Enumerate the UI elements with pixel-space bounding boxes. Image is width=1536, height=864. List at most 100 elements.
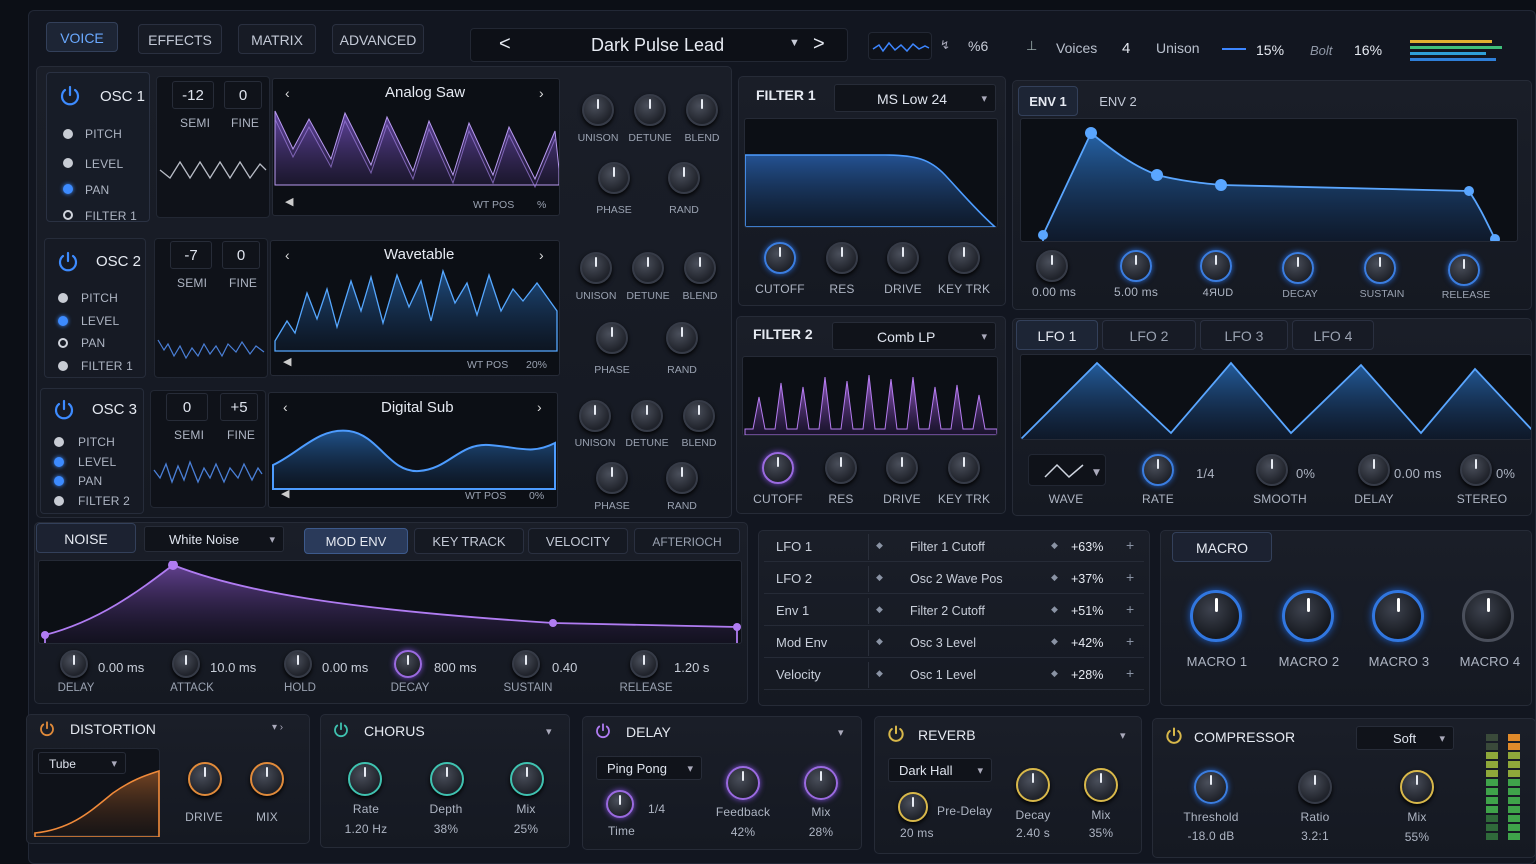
tab-aftertouch[interactable]: AFTERIOCH: [634, 528, 740, 554]
env-delay-knob[interactable]: [1036, 250, 1068, 282]
compressor-ratio-knob[interactable]: [1298, 770, 1332, 804]
blend-knob[interactable]: [686, 94, 718, 126]
modenv-delay-knob[interactable]: [60, 650, 88, 678]
chevron-left-icon[interactable]: ‹: [283, 399, 288, 415]
route-dot[interactable]: [63, 158, 73, 168]
env-attack-knob[interactable]: [1120, 250, 1152, 282]
power-icon[interactable]: [58, 84, 82, 108]
modenv-sustain-knob[interactable]: [512, 650, 540, 678]
reverb-predelay-knob[interactable]: [898, 792, 928, 822]
env-hold-knob[interactable]: [1200, 250, 1232, 282]
osc1-fine[interactable]: 0: [224, 81, 262, 109]
phase-knob[interactable]: [598, 162, 630, 194]
route-dot[interactable]: [63, 210, 73, 220]
matrix-amount[interactable]: +37%: [1071, 572, 1103, 586]
compressor-mode-dropdown[interactable]: Soft: [1356, 726, 1454, 751]
env-decay-knob[interactable]: [1282, 252, 1314, 284]
route-dot[interactable]: [58, 361, 68, 371]
edit-icon[interactable]: ↯: [940, 38, 950, 52]
matrix-destination[interactable]: Osc 1 Level: [910, 668, 976, 682]
distortion-drive-knob[interactable]: [188, 762, 222, 796]
matrix-amount[interactable]: +42%: [1071, 636, 1103, 650]
power-icon[interactable]: [594, 722, 612, 740]
add-icon[interactable]: +: [1126, 633, 1134, 649]
osc2-semi[interactable]: -7: [170, 241, 212, 269]
matrix-source[interactable]: LFO 2: [776, 571, 812, 586]
lfo-wave-select[interactable]: ▼: [1028, 454, 1106, 486]
matrix-destination[interactable]: Filter 2 Cutoff: [910, 604, 985, 618]
matrix-destination[interactable]: Filter 1 Cutoff: [910, 540, 985, 554]
filter2-drive-knob[interactable]: [886, 452, 918, 484]
detune-knob[interactable]: [631, 400, 663, 432]
chevron-left-icon[interactable]: ◀: [285, 195, 293, 208]
osc3-fine[interactable]: +5: [220, 393, 258, 421]
power-icon[interactable]: [38, 720, 56, 738]
matrix-row[interactable]: LFO 2 ◆ Osc 2 Wave Pos ◆ +37% +: [764, 564, 1144, 594]
tab-lfo4[interactable]: LFO 4: [1292, 320, 1374, 350]
matrix-amount[interactable]: +28%: [1071, 668, 1103, 682]
tab-lfo1[interactable]: LFO 1: [1016, 320, 1098, 350]
lfo-smooth-knob[interactable]: [1256, 454, 1288, 486]
tab-macro[interactable]: MACRO: [1172, 532, 1272, 562]
chevron-down-icon[interactable]: ▾ ›: [272, 722, 283, 733]
modenv-decay-knob[interactable]: [394, 650, 422, 678]
add-icon[interactable]: +: [1126, 569, 1134, 585]
lfo-stereo-knob[interactable]: [1460, 454, 1492, 486]
tab-key-track[interactable]: KEY TRACK: [414, 528, 524, 554]
power-icon[interactable]: [52, 398, 76, 422]
chevron-left-icon[interactable]: ‹: [285, 85, 290, 101]
rand-knob[interactable]: [666, 462, 698, 494]
route-dot[interactable]: [58, 293, 68, 303]
filter1-keytrk-knob[interactable]: [948, 242, 980, 274]
compressor-threshold-knob[interactable]: [1194, 770, 1228, 804]
chevron-down-icon[interactable]: ▾: [838, 726, 844, 739]
matrix-amount[interactable]: +51%: [1071, 604, 1103, 618]
unison-value[interactable]: 15%: [1256, 42, 1284, 58]
route-dot[interactable]: [58, 338, 68, 348]
blend-knob[interactable]: [684, 252, 716, 284]
delay-time-knob[interactable]: [606, 790, 634, 818]
unison-knob[interactable]: [579, 400, 611, 432]
glide-value[interactable]: 16%: [1354, 42, 1382, 58]
add-icon[interactable]: +: [1126, 665, 1134, 681]
modenv-attack-knob[interactable]: [172, 650, 200, 678]
chevron-left-icon[interactable]: ◀: [283, 355, 291, 368]
matrix-destination[interactable]: Osc 2 Wave Pos: [910, 572, 1003, 586]
chorus-mix-knob[interactable]: [510, 762, 544, 796]
matrix-source[interactable]: Mod Env: [776, 635, 827, 650]
mod-env-graph[interactable]: [38, 560, 742, 644]
tab-lfo3[interactable]: LFO 3: [1200, 320, 1288, 350]
distortion-type-dropdown[interactable]: Tube: [38, 752, 126, 775]
voice-badge[interactable]: %6: [968, 38, 988, 54]
lfo-graph[interactable]: [1020, 354, 1532, 440]
delay-mode-dropdown[interactable]: Ping Pong: [596, 756, 702, 781]
preset-name[interactable]: Dark Pulse Lead: [591, 35, 724, 56]
delay-feedback-knob[interactable]: [726, 766, 760, 800]
tab-lfo2[interactable]: LFO 2: [1102, 320, 1196, 350]
macro2-knob[interactable]: [1282, 590, 1334, 642]
power-icon[interactable]: [332, 721, 350, 739]
lfo-rate-knob[interactable]: [1142, 454, 1174, 486]
preset-next-button[interactable]: >: [813, 33, 825, 56]
matrix-row[interactable]: Env 1 ◆ Filter 2 Cutoff ◆ +51% +: [764, 596, 1144, 626]
env-sustain-knob[interactable]: [1364, 252, 1396, 284]
osc3-wavetable[interactable]: ‹ Digital Sub › ◀ WT POS 0%: [268, 392, 558, 508]
noise-type-dropdown[interactable]: White Noise: [144, 526, 284, 553]
filter1-response[interactable]: [744, 118, 998, 228]
compressor-mix-knob[interactable]: [1400, 770, 1434, 804]
route-dot[interactable]: [54, 476, 64, 486]
chorus-depth-knob[interactable]: [430, 762, 464, 796]
route-dot[interactable]: [63, 184, 73, 194]
reverb-mix-knob[interactable]: [1084, 768, 1118, 802]
rand-knob[interactable]: [668, 162, 700, 194]
matrix-source[interactable]: Velocity: [776, 667, 821, 682]
modenv-hold-knob[interactable]: [284, 650, 312, 678]
add-icon[interactable]: +: [1126, 601, 1134, 617]
filter2-type-dropdown[interactable]: Comb LP: [832, 322, 996, 351]
matrix-row[interactable]: Velocity ◆ Osc 1 Level ◆ +28% +: [764, 660, 1144, 690]
filter1-cutoff-knob[interactable]: [764, 242, 796, 274]
distortion-mix-knob[interactable]: [250, 762, 284, 796]
matrix-row[interactable]: Mod Env ◆ Osc 3 Level ◆ +42% +: [764, 628, 1144, 658]
unison-knob[interactable]: [582, 94, 614, 126]
matrix-row[interactable]: LFO 1 ◆ Filter 1 Cutoff ◆ +63% +: [764, 532, 1144, 562]
